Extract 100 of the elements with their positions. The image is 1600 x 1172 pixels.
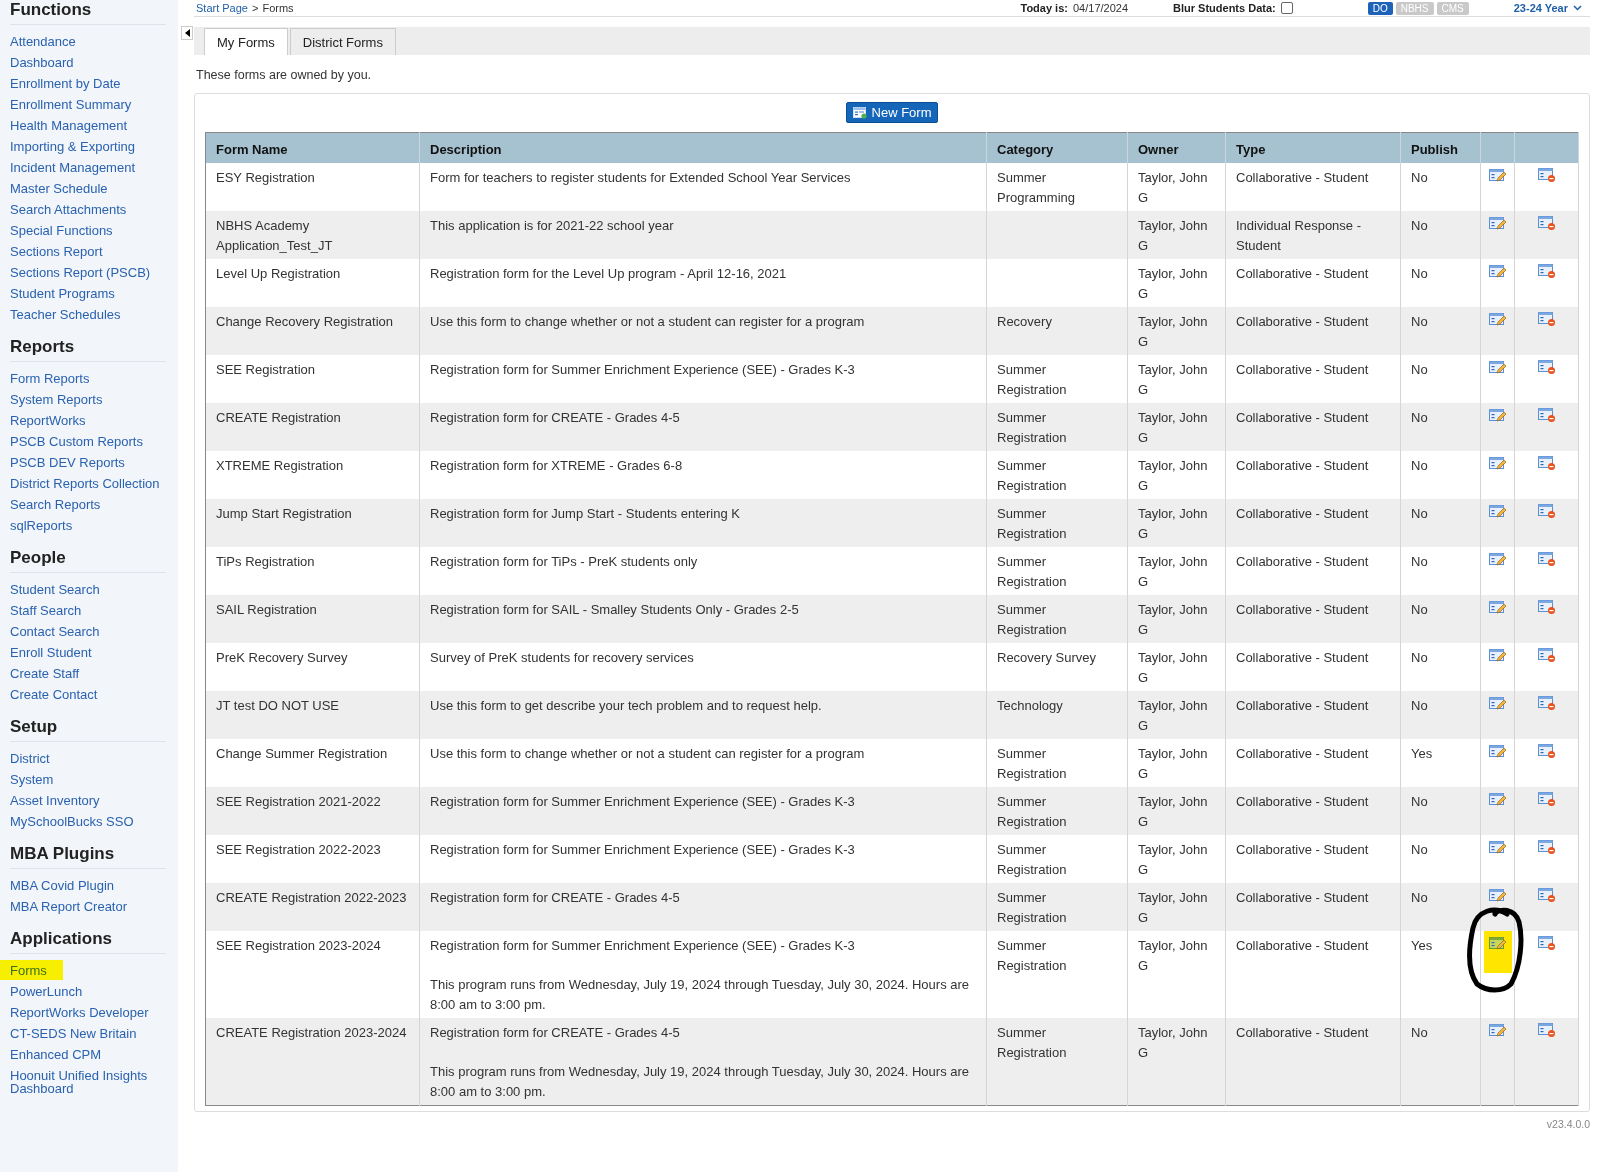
sidebar-link[interactable]: PowerLunch [10,985,83,998]
delete-form-icon[interactable] [1537,840,1556,855]
delete-form-icon[interactable] [1537,744,1556,759]
sidebar-link[interactable]: Enhanced CPM [10,1048,102,1061]
category-cell: Summer Registration [986,595,1128,643]
delete-form-icon[interactable] [1537,600,1556,615]
sidebar-link[interactable]: Master Schedule [10,182,108,195]
sidebar-link[interactable]: Create Contact [10,688,98,701]
sidebar-link[interactable]: District [10,752,50,765]
edit-form-icon[interactable] [1488,840,1507,855]
edit-form-icon[interactable] [1488,600,1507,615]
year-selector[interactable]: 23-24 Year [1513,2,1582,14]
delete-form-icon[interactable] [1537,1023,1556,1038]
tab[interactable]: District Forms [289,28,396,55]
description-cell: Registration form for SAIL - Smalley Students Only - Grades 2-5 [419,595,987,643]
sidebar-link[interactable]: Student Search [10,583,100,596]
column-header: Category [986,132,1128,163]
tab[interactable]: My Forms [204,28,288,55]
delete-form-icon[interactable] [1537,168,1556,183]
delete-form-icon[interactable] [1537,456,1556,471]
sidebar-link[interactable]: Special Functions [10,224,113,237]
delete-form-icon[interactable] [1537,312,1556,327]
caret-icon [1573,5,1582,11]
form-name-cell: SAIL Registration [205,595,420,643]
edit-form-icon[interactable] [1488,504,1507,519]
sidebar-link[interactable]: District Reports Collection [10,477,160,490]
delete-form-icon[interactable] [1537,552,1556,567]
edit-form-icon[interactable] [1488,1023,1507,1038]
delete-form-icon[interactable] [1537,216,1556,231]
description-cell: Registration form for CREATE - Grades 4-5 [419,403,987,451]
sidebar-link[interactable]: ReportWorks Developer [10,1006,149,1019]
type-cell: Individual Response - Student [1225,211,1401,259]
delete-form-icon[interactable] [1537,504,1556,519]
delete-form-icon[interactable] [1537,936,1556,951]
edit-form-icon[interactable] [1488,744,1507,759]
description-cell: Registration form for CREATE - Grades 4-5 [419,883,987,931]
edit-form-icon[interactable] [1488,888,1507,903]
description-cell: Registration form for CREATE - Grades 4-5 This program runs from Wednesday, July 19, 2024 through Tuesday, July 30, 2024. Hours are 8:00 am to 3:00 pm. [419,1018,987,1106]
new-form-button[interactable]: New Form [845,102,939,123]
sidebar-link[interactable]: PSCB Custom Reports [10,435,143,448]
edit-form-icon[interactable] [1488,792,1507,807]
edit-form-icon[interactable] [1488,312,1507,327]
school-toggle[interactable]: DO [1367,1,1393,15]
edit-form-icon[interactable] [1483,931,1512,973]
delete-form-icon[interactable] [1537,792,1556,807]
sidebar-link[interactable]: MBA Report Creator [10,900,128,913]
sidebar-link[interactable]: Incident Management [10,161,136,174]
sidebar-link[interactable]: sqlReports [10,519,73,532]
sidebar-link[interactable]: Sections Report [10,245,103,258]
sidebar-link[interactable]: PSCB DEV Reports [10,456,125,469]
sidebar-link[interactable]: Enrollment by Date [10,77,121,90]
edit-form-icon[interactable] [1488,408,1507,423]
sidebar-link[interactable]: Asset Inventory [10,794,100,807]
sidebar-link[interactable]: Staff Search [10,604,82,617]
edit-form-icon[interactable] [1488,648,1507,663]
category-cell: Technology [986,691,1128,739]
delete-form-icon[interactable] [1537,648,1556,663]
delete-form-icon[interactable] [1537,408,1556,423]
sidebar-link[interactable]: Create Staff [10,667,80,680]
form-name-cell: CREATE Registration 2022-2023 [205,883,420,931]
sidebar-link[interactable]: Enroll Student [10,646,92,659]
sidebar-link[interactable]: Enrollment Summary [10,98,132,111]
edit-form-icon[interactable] [1488,552,1507,567]
sidebar-link[interactable]: System [10,773,54,786]
sidebar-link[interactable]: ReportWorks [10,414,86,427]
sidebar-link[interactable]: Student Programs [10,287,115,300]
edit-form-icon[interactable] [1488,696,1507,711]
today-label: Today is: [1020,2,1068,14]
collapse-button[interactable] [181,26,193,40]
sidebar-link[interactable]: Forms [0,960,63,980]
version-text: v23.4.0.0 [1546,1118,1590,1130]
edit-form-icon[interactable] [1488,168,1507,183]
edit-form-icon[interactable] [1488,456,1507,471]
sidebar-link[interactable]: Teacher Schedules [10,308,121,321]
sidebar-link[interactable]: Form Reports [10,372,90,385]
sidebar-link[interactable]: Attendance [10,35,76,48]
delete-form-icon[interactable] [1537,696,1556,711]
sidebar-link[interactable]: CT-SEDS New Britain [10,1027,137,1040]
section-heading: Functions [10,0,166,25]
sidebar-link[interactable]: MySchoolBucks SSO [10,815,134,828]
delete-form-icon[interactable] [1537,360,1556,375]
edit-form-icon[interactable] [1488,216,1507,231]
sidebar-link[interactable]: Sections Report (PSCB) [10,266,151,279]
sidebar-link[interactable]: Search Reports [10,498,101,511]
sidebar-link[interactable]: Contact Search [10,625,100,638]
sidebar-link[interactable]: Dashboard [10,56,74,69]
edit-form-icon[interactable] [1488,264,1507,279]
owner-cell: Taylor, John G [1127,595,1226,643]
breadcrumb-link[interactable]: Start Page [196,2,248,14]
sidebar-link[interactable]: System Reports [10,393,103,406]
edit-form-icon[interactable] [1488,360,1507,375]
sidebar-link[interactable]: Search Attachments [10,203,127,216]
section-heading: Applications [10,929,166,954]
sidebar-link[interactable]: MBA Covid Plugin [10,879,115,892]
delete-form-icon[interactable] [1537,888,1556,903]
blur-checkbox[interactable] [1280,2,1293,14]
sidebar-link[interactable]: Health Management [10,119,128,132]
sidebar-link[interactable]: Importing & Exporting [10,140,135,153]
sidebar-link[interactable]: Hoonuit Unified Insights Dashboard [10,1069,178,1095]
delete-form-icon[interactable] [1537,264,1556,279]
